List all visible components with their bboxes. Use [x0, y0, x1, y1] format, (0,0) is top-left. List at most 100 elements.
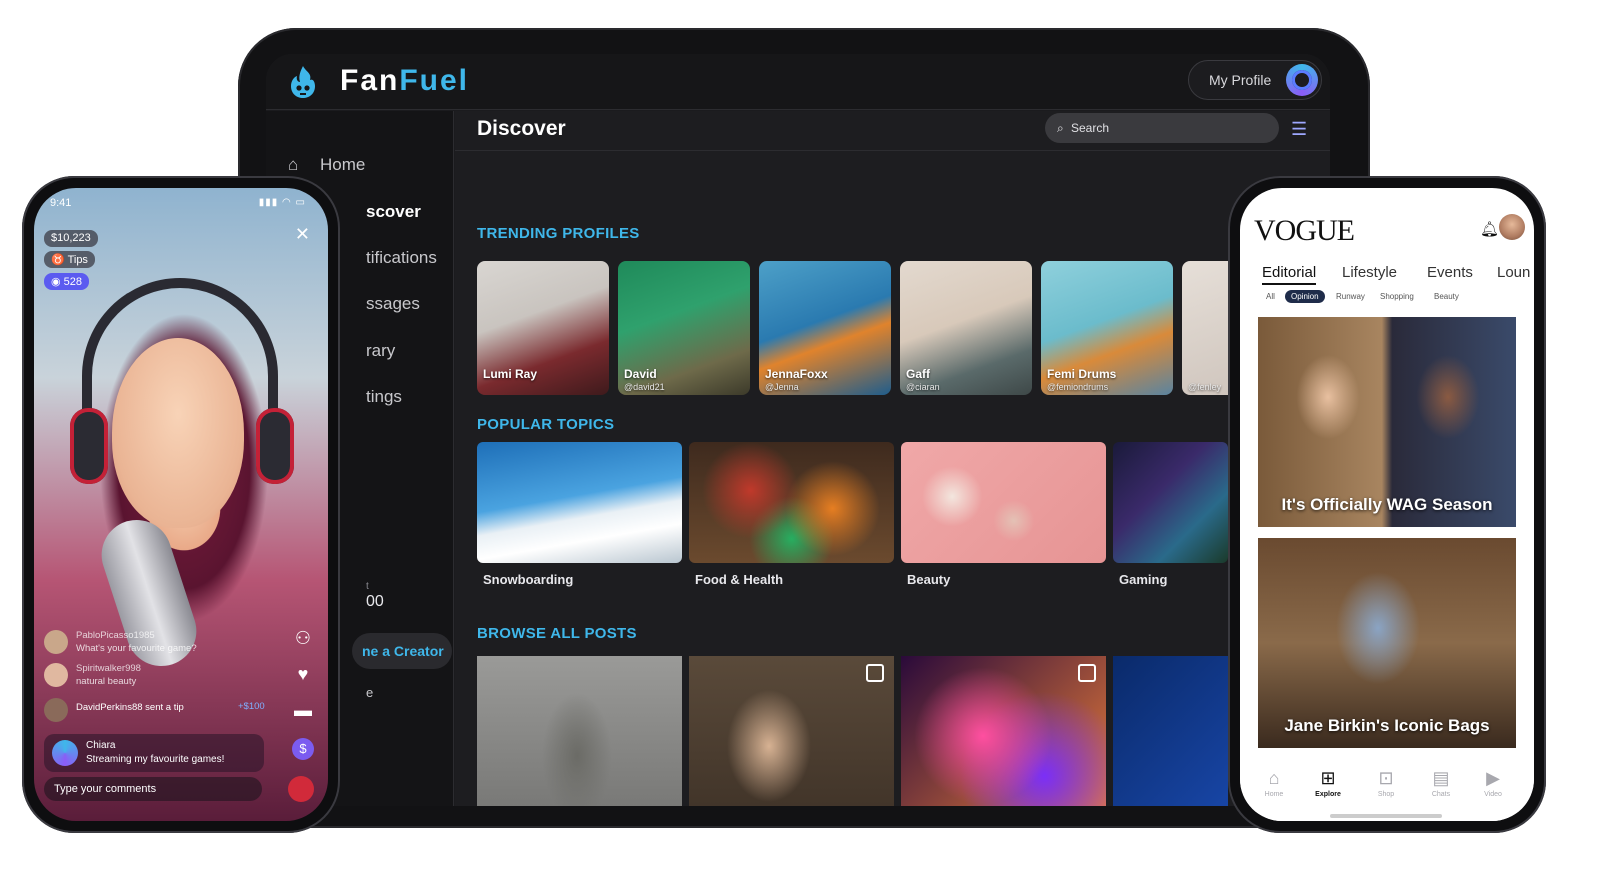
sliders-icon[interactable]: ☰ — [1291, 119, 1307, 140]
discover-main: Discover ⌕ ☰ TRENDING PROFILES Vi Lumi R… — [455, 111, 1330, 806]
my-profile-button[interactable]: My Profile — [1188, 60, 1322, 100]
streamer-avatar-icon[interactable] — [288, 776, 314, 802]
tip-dollar-icon[interactable]: $ — [292, 738, 314, 760]
heart-icon[interactable]: ♥ — [292, 664, 314, 686]
device-mockup-stage: FanFuel My Profile ⌂ Home scover tificati… — [0, 0, 1600, 887]
sidebar-item-library[interactable]: rary — [366, 341, 395, 361]
bottom-nav: ⌂ Home ⊞ Explore ⊡ Shop ▤ Chats ▶ Video — [1240, 758, 1534, 821]
article-card[interactable]: Jane Birkin's Iconic Bags — [1258, 538, 1516, 748]
tab-events[interactable]: Events — [1427, 264, 1473, 281]
topic-card[interactable]: Snowboarding — [477, 442, 682, 587]
nav-label: Home — [1264, 791, 1284, 798]
reel-icon — [1078, 664, 1096, 682]
livestream-screen: 9:41 ▮▮▮ ◠ ▭ ✕ $10,223 ♉ Tips ◉ 528 Pabl… — [34, 188, 328, 821]
tips-label: Tips — [67, 254, 88, 266]
viewers-count: 528 — [63, 276, 83, 288]
profile-card[interactable]: JennaFoxx @Jenna — [759, 261, 891, 395]
add-user-icon[interactable]: ⚇ — [292, 628, 314, 650]
headset-graphic — [82, 278, 278, 478]
post-card[interactable] — [901, 656, 1106, 806]
article-card[interactable]: It's Officially WAG Season — [1258, 317, 1516, 527]
multi-image-icon — [866, 664, 884, 682]
topic-card[interactable]: Beauty — [901, 442, 1106, 587]
tips-badge[interactable]: ♉ Tips — [44, 251, 95, 268]
home-indicator — [1330, 814, 1442, 818]
profile-card[interactable]: Lumi Ray — [477, 261, 609, 395]
become-creator-button[interactable]: ne a Creator — [352, 633, 452, 669]
bell-icon[interactable]: 🔔︎ — [1480, 220, 1499, 238]
sidebar-item-settings[interactable]: tings — [366, 387, 402, 407]
profile-card[interactable]: David @david21 — [618, 261, 750, 395]
phone-left-device: 9:41 ▮▮▮ ◠ ▭ ✕ $10,223 ♉ Tips ◉ 528 Pabl… — [22, 176, 340, 833]
nav-video[interactable]: ▶ Video — [1473, 768, 1513, 798]
nav-home[interactable]: ⌂ Home — [1254, 768, 1294, 798]
status-indicators: ▮▮▮ ◠ ▭ — [258, 197, 306, 208]
chip-runway[interactable]: Runway — [1336, 292, 1365, 301]
tab-lifestyle[interactable]: Lifestyle — [1342, 264, 1397, 281]
profile-handle: @david21 — [624, 382, 665, 392]
phone-right-device: VOGUE 🔔︎ Editorial Lifestyle Events Loun… — [1228, 176, 1546, 833]
sidebar-item-messages[interactable]: ssages — [366, 294, 420, 314]
topic-label: Snowboarding — [483, 572, 574, 587]
credit-label: t — [366, 581, 369, 592]
post-card[interactable] — [689, 656, 894, 806]
chip-all[interactable]: All — [1266, 292, 1275, 301]
tip-icon: ♉ — [51, 254, 68, 266]
tip-notification: DavidPerkins88 sent a tip +$100 — [44, 696, 284, 722]
pinned-text: Streaming my favourite games! — [86, 754, 225, 765]
chat-bubble-icon[interactable]: ▬ — [292, 700, 314, 722]
post-card[interactable] — [477, 656, 682, 806]
comment-input[interactable] — [44, 777, 262, 801]
article-title: It's Officially WAG Season — [1281, 495, 1493, 514]
nav-explore[interactable]: ⊞ Explore — [1308, 768, 1348, 798]
headset-earcup-left — [70, 408, 108, 484]
nav-label: Video — [1484, 791, 1502, 798]
sidebar-item-extra[interactable]: e — [366, 685, 373, 700]
topic-image — [477, 442, 682, 563]
search-input[interactable] — [1071, 119, 1261, 137]
nav-shop[interactable]: ⊡ Shop — [1366, 768, 1406, 798]
chip-shopping[interactable]: Shopping — [1380, 292, 1414, 301]
sidebar-item-label: tifications — [366, 248, 437, 267]
vogue-logo: VOGUE — [1254, 214, 1355, 247]
chip-opinion[interactable]: Opinion — [1285, 290, 1325, 303]
article-title: Jane Birkin's Iconic Bags — [1284, 716, 1490, 735]
avatar — [44, 698, 68, 722]
avatar[interactable] — [1499, 214, 1525, 240]
avatar — [52, 740, 78, 766]
chat-icon: ▤ — [1432, 768, 1450, 788]
status-time: 9:41 — [50, 197, 72, 209]
discover-header: Discover ⌕ ☰ — [455, 111, 1330, 151]
brand-name-part1: Fan — [340, 64, 400, 97]
tip-amount: +$100 — [238, 701, 265, 712]
sidebar-item-label: scover — [366, 202, 421, 221]
nav-chats[interactable]: ▤ Chats — [1421, 768, 1461, 798]
sidebar-item-label: rary — [366, 341, 396, 360]
tab-lounge[interactable]: Loun — [1497, 264, 1530, 281]
sidebar-item-label: Home — [320, 155, 366, 174]
avatar — [44, 630, 68, 654]
profile-avatar-icon — [1286, 64, 1318, 96]
search-bar[interactable]: ⌕ — [1045, 113, 1279, 143]
sidebar-item-discover[interactable]: scover — [366, 202, 421, 222]
brand-logo[interactable]: FanFuel — [340, 64, 469, 98]
profile-name: Lumi Ray — [483, 367, 538, 381]
sidebar-item-notifications[interactable]: tifications — [366, 248, 437, 268]
post-card[interactable] — [1113, 656, 1228, 806]
profile-card[interactable]: Femi Drums @femiondrums — [1041, 261, 1173, 395]
chip-beauty[interactable]: Beauty — [1434, 292, 1459, 301]
section-trending-profiles: TRENDING PROFILES — [477, 225, 640, 242]
profile-name: Gaff — [906, 367, 930, 381]
credit-value: 00 — [366, 593, 384, 610]
profile-card[interactable]: Gaff @ciaran — [900, 261, 1032, 395]
video-camera-icon: ▶ — [1486, 768, 1500, 788]
topic-card[interactable]: Food & Health — [689, 442, 894, 587]
chat-message: Spiritwalker998 natural beauty — [44, 661, 274, 691]
tab-editorial[interactable]: Editorial — [1262, 264, 1317, 285]
topic-image — [689, 442, 894, 563]
search-icon: ⌕ — [1057, 121, 1064, 135]
profile-name: JennaFoxx — [765, 367, 828, 381]
sidebar-item-home[interactable]: ⌂ Home — [288, 155, 365, 175]
close-icon[interactable]: ✕ — [295, 224, 310, 245]
brand-name-part2: Fuel — [399, 64, 470, 97]
